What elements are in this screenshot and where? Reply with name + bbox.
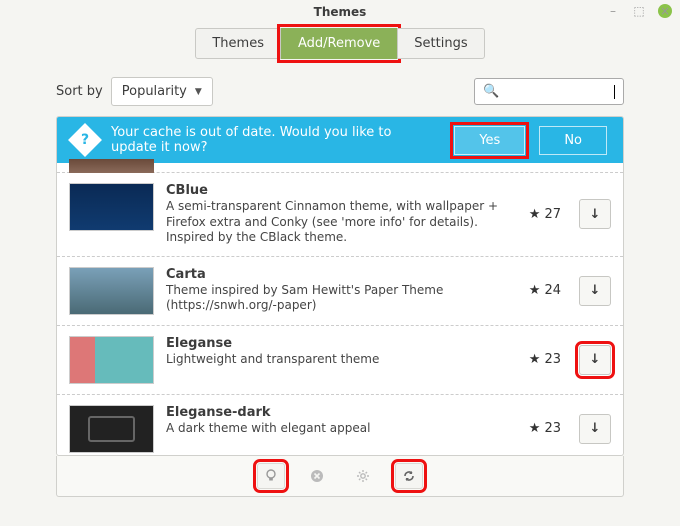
search-input-wrap[interactable]: 🔍 — [474, 78, 624, 105]
theme-desc: A dark theme with elegant appeal — [166, 421, 517, 437]
list-item[interactable]: Eleganse Lightweight and transparent the… — [57, 326, 623, 395]
theme-list[interactable]: CBlue A semi-transparent Cinnamon theme,… — [57, 173, 623, 455]
search-icon: 🔍 — [483, 84, 499, 99]
banner-message: Your cache is out of date. Would you lik… — [111, 125, 440, 155]
theme-desc: Theme inspired by Sam Hewitt's Paper The… — [166, 283, 517, 314]
help-diamond-icon — [68, 123, 102, 157]
tab-bar: Themes Add/Remove Settings — [0, 24, 680, 69]
score-value: 23 — [544, 352, 561, 367]
settings-button[interactable] — [349, 463, 377, 489]
score: ★ 24 — [529, 283, 561, 298]
search-input[interactable] — [505, 84, 612, 99]
thumbnail — [69, 336, 154, 384]
hint-button[interactable] — [257, 463, 285, 489]
maximize-icon[interactable]: ⬚ — [632, 4, 646, 18]
cache-banner: Your cache is out of date. Would you lik… — [57, 117, 623, 163]
close-circle-icon — [310, 469, 324, 483]
list-item-info: Eleganse-dark A dark theme with elegant … — [166, 405, 517, 437]
thumbnail — [69, 267, 154, 315]
minimize-icon[interactable]: – — [606, 4, 620, 18]
sort-label: Sort by — [56, 84, 103, 99]
star-icon: ★ — [529, 421, 541, 436]
star-icon: ★ — [529, 283, 541, 298]
thumbnail — [69, 405, 154, 453]
tab-addremove[interactable]: Add/Remove — [281, 28, 397, 59]
sort-value: Popularity — [122, 84, 187, 99]
list-item[interactable]: Carta Theme inspired by Sam Hewitt's Pap… — [57, 257, 623, 326]
bottom-toolbar — [56, 456, 624, 497]
tab-themes[interactable]: Themes — [195, 28, 281, 59]
toolbar: Sort by Popularity ▼ 🔍 — [0, 69, 680, 116]
list-item-info: Eleganse Lightweight and transparent the… — [166, 336, 517, 368]
star-icon: ★ — [529, 207, 541, 222]
download-button[interactable]: ↓ — [579, 199, 611, 229]
banner-no-button[interactable]: No — [539, 126, 607, 155]
list-item[interactable]: Eleganse-dark A dark theme with elegant … — [57, 395, 623, 455]
list-item[interactable]: CBlue A semi-transparent Cinnamon theme,… — [57, 173, 623, 257]
theme-name: Eleganse — [166, 336, 517, 351]
download-icon: ↓ — [590, 421, 601, 436]
window-title: Themes — [314, 5, 367, 19]
refresh-button[interactable] — [395, 463, 423, 489]
chevron-down-icon: ▼ — [195, 87, 202, 97]
theme-name: Carta — [166, 267, 517, 282]
score-value: 24 — [544, 283, 561, 298]
window-controls: – ⬚ × — [606, 4, 672, 18]
theme-desc: Lightweight and transparent theme — [166, 352, 517, 368]
score: ★ 27 — [529, 207, 561, 222]
download-button[interactable]: ↓ — [579, 345, 611, 375]
remove-button[interactable] — [303, 463, 331, 489]
thumbnail — [69, 183, 154, 231]
thumbnail — [69, 159, 154, 173]
download-icon: ↓ — [590, 283, 601, 298]
sort-select[interactable]: Popularity ▼ — [111, 77, 213, 106]
score-value: 27 — [544, 207, 561, 222]
list-item-info: CBlue A semi-transparent Cinnamon theme,… — [166, 183, 517, 246]
download-button[interactable]: ↓ — [579, 414, 611, 444]
download-button[interactable]: ↓ — [579, 276, 611, 306]
text-cursor — [614, 85, 615, 99]
score-value: 23 — [544, 421, 561, 436]
titlebar: Themes – ⬚ × — [0, 0, 680, 24]
partial-row — [57, 163, 623, 173]
theme-name: Eleganse-dark — [166, 405, 517, 420]
close-icon[interactable]: × — [658, 4, 672, 18]
main-panel: Your cache is out of date. Would you lik… — [56, 116, 624, 456]
list-item-info: Carta Theme inspired by Sam Hewitt's Pap… — [166, 267, 517, 314]
gear-icon — [356, 469, 370, 483]
download-icon: ↓ — [590, 207, 601, 222]
theme-desc: A semi-transparent Cinnamon theme, with … — [166, 199, 517, 246]
banner-yes-button[interactable]: Yes — [454, 126, 525, 155]
lightbulb-icon — [264, 469, 278, 483]
star-icon: ★ — [529, 352, 541, 367]
tab-settings[interactable]: Settings — [397, 28, 484, 59]
score: ★ 23 — [529, 421, 561, 436]
refresh-icon — [402, 469, 416, 483]
score: ★ 23 — [529, 352, 561, 367]
theme-name: CBlue — [166, 183, 517, 198]
download-icon: ↓ — [590, 352, 601, 367]
